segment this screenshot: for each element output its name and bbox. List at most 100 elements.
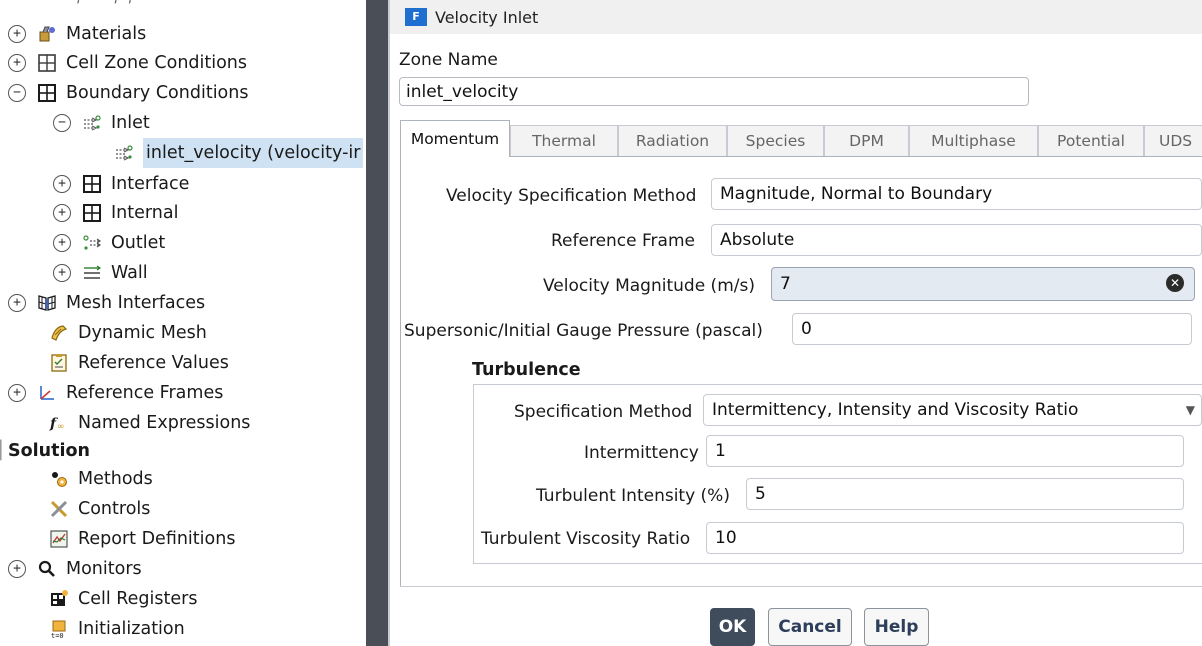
tree-item-label: Materials [66,24,147,44]
inlet-icon [81,112,103,134]
reference-values-icon [48,352,70,374]
viscosity-ratio-value: 10 [715,528,737,548]
intermittency-label: Intermittency [584,443,699,463]
expand-icon[interactable]: + [8,560,26,578]
tree-item-label: Methods [78,469,153,489]
gauge-pressure-label: Supersonic/Initial Gauge Pressure (pasca… [404,321,763,341]
tree-item-named-expressions[interactable]: f ∞ Named Expressions [48,408,250,438]
report-definitions-icon [48,528,70,550]
tree-item-wall[interactable]: + Wall [53,258,148,288]
panel-splitter[interactable] [366,0,388,646]
turbulence-heading: Turbulence [472,360,581,380]
turbulence-spec-method-label: Specification Method [514,402,693,422]
grid-icon [81,202,103,224]
cancel-button[interactable]: Cancel [768,608,852,646]
expand-icon[interactable]: + [8,294,26,312]
cutoff-row-text: — — , — , , [30,0,350,5]
dynamic-mesh-icon [48,322,70,344]
viscosity-ratio-input[interactable]: 10 [706,522,1184,554]
grid-icon [81,173,103,195]
expand-icon[interactable]: + [53,204,71,222]
tree-section-solution[interactable]: ▏ Solution [0,436,90,466]
tree-item-initialization[interactable]: t=0 Initialization [48,614,185,644]
tree-item-label: Inlet [111,113,150,133]
intermittency-input[interactable]: 1 [706,435,1184,467]
outline-tree: — — , — , , + Materials + Cell Zone Cond… [0,0,366,646]
dialog-title: Velocity Inlet [435,7,539,27]
zone-name-input[interactable]: inlet_velocity [399,77,1029,106]
grid-icon [36,52,58,74]
viscosity-ratio-label: Turbulent Viscosity Ratio [481,529,691,549]
tab-multiphase[interactable]: Multiphase [909,125,1038,156]
tab-species[interactable]: Species [727,125,824,156]
reference-frame-value: Absolute [720,230,795,250]
turbulence-spec-method-value: Intermittency, Intensity and Viscosity R… [712,400,1079,420]
tree-item-dynamic-mesh[interactable]: Dynamic Mesh [48,318,207,348]
expand-icon[interactable]: + [8,384,26,402]
collapse-icon[interactable]: − [8,84,26,102]
tree-item-cell-registers[interactable]: Cell Registers [48,584,197,614]
tree-item-controls[interactable]: Controls [48,494,150,524]
reference-frame-select[interactable]: Absolute [711,224,1202,256]
tab-momentum[interactable]: Momentum [400,120,510,157]
velocity-spec-label: Velocity Specification Method [446,186,697,206]
turbulence-spec-method-select[interactable]: Intermittency, Intensity and Viscosity R… [703,394,1202,426]
tree-item-label: Interface [111,174,190,194]
svg-text:∞: ∞ [57,422,65,432]
tree-item-methods[interactable]: Methods [48,464,153,494]
help-button[interactable]: Help [864,608,929,646]
collapse-icon[interactable]: − [53,114,71,132]
tree-item-reference-values[interactable]: Reference Values [48,348,229,378]
tree-item-inlet[interactable]: − Inlet [53,108,150,138]
tree-item-internal[interactable]: + Internal [53,198,178,228]
turbulent-intensity-label: Turbulent Intensity (%) [536,486,730,506]
gauge-pressure-input[interactable]: 0 [792,313,1192,345]
svg-text:t=0: t=0 [51,632,64,639]
intermittency-value: 1 [715,441,726,461]
tree-item-label: Internal [111,203,179,223]
tab-dpm[interactable]: DPM [824,125,909,156]
expand-icon[interactable]: + [53,264,71,282]
expand-icon[interactable]: + [53,234,71,252]
dialog-titlebar[interactable]: F Velocity Inlet [390,0,1202,34]
tree-item-mesh-interfaces[interactable]: + Mesh Interfaces [8,288,205,318]
grid-icon [36,82,58,104]
tree-item-label: Cell Zone Conditions [66,53,248,73]
tree-item-label: Controls [78,499,151,519]
tree-item-label: Reference Values [78,353,229,373]
tab-thermal[interactable]: Thermal [510,125,618,156]
clear-icon[interactable]: ✕ [1166,274,1184,292]
velocity-magnitude-input[interactable]: 7 ✕ [771,267,1195,301]
expand-icon[interactable]: + [8,54,26,72]
tab-uds[interactable]: UDS [1144,125,1202,156]
tree-item-label: Cell Registers [78,589,198,609]
tree-item-reference-frames[interactable]: + Reference Frames [8,378,223,408]
methods-icon [48,468,70,490]
inlet-icon [113,142,135,164]
velocity-inlet-dialog: F Velocity Inlet Zone Name inlet_velocit… [390,0,1202,646]
tree-item-label: Boundary Conditions [66,83,249,103]
reference-frames-icon [36,382,58,404]
reference-frame-label: Reference Frame [551,231,695,251]
tree-item-label: Monitors [66,559,142,579]
velocity-magnitude-value: 7 [780,274,791,294]
tab-potential[interactable]: Potential [1038,125,1144,156]
tree-item-interface[interactable]: + Interface [53,169,189,199]
chevron-down-icon[interactable]: ▼ [1186,403,1195,417]
tree-item-inlet-velocity[interactable]: inlet_velocity (velocity-ir [113,138,364,168]
velocity-magnitude-label: Velocity Magnitude (m/s) [543,276,755,296]
tree-item-outlet[interactable]: + Outlet [53,228,165,258]
section-marker: ▏ [0,441,14,461]
velocity-spec-select[interactable]: Magnitude, Normal to Boundary [711,178,1202,210]
tab-radiation[interactable]: Radiation [618,125,727,156]
tree-item-monitors[interactable]: + Monitors [8,554,142,584]
expand-icon[interactable]: + [53,175,71,193]
tree-item-materials[interactable]: + Materials [8,19,146,49]
expand-icon[interactable]: + [8,25,26,43]
tree-item-report-definitions[interactable]: Report Definitions [48,524,235,554]
tree-item-cell-zone-conditions[interactable]: + Cell Zone Conditions [8,48,247,78]
turbulent-intensity-input[interactable]: 5 [746,478,1184,510]
tree-item-boundary-conditions[interactable]: − Boundary Conditions [8,78,248,108]
mesh-interfaces-icon [36,292,58,314]
ok-button[interactable]: OK [710,608,755,646]
